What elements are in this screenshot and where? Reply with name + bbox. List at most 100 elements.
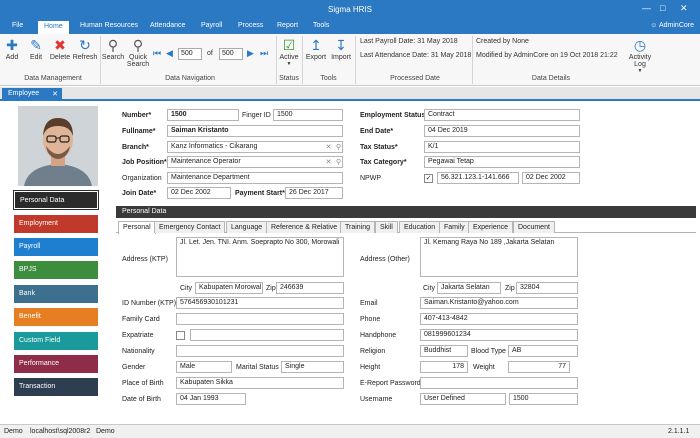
organization-field[interactable]: Maintenance Department bbox=[167, 172, 343, 184]
zip-ktp-field[interactable]: 246639 bbox=[276, 282, 344, 294]
join-date-field[interactable]: 02 Dec 2002 bbox=[167, 187, 231, 199]
menu-process[interactable]: Process bbox=[234, 22, 267, 29]
address-ktp-field[interactable]: Jl. Let. Jen. TNI. Anm. Soeprapto No 300… bbox=[176, 237, 344, 277]
employment-status-field[interactable]: Contract bbox=[424, 109, 580, 121]
weight-field[interactable]: 77 bbox=[508, 361, 570, 373]
tab-skill[interactable]: Skill bbox=[375, 221, 398, 233]
username-field[interactable]: User Defined bbox=[420, 393, 506, 405]
clear-icon[interactable]: ✕ bbox=[324, 158, 333, 167]
nav-custom-field[interactable]: Custom Field bbox=[14, 332, 98, 350]
email-field[interactable]: Saiman.Kristanto@yahoo.com bbox=[420, 297, 578, 309]
nav-performance[interactable]: Performance bbox=[14, 355, 98, 373]
employee-photo[interactable] bbox=[18, 106, 98, 186]
search-button[interactable]: ⚲ Search bbox=[101, 36, 125, 61]
menu-report[interactable]: Report bbox=[273, 22, 302, 29]
previous-record-icon[interactable]: ◀ bbox=[166, 48, 173, 59]
expatriate-field[interactable] bbox=[190, 329, 344, 341]
zip-other-field[interactable]: 32804 bbox=[516, 282, 578, 294]
active-toggle[interactable]: ☑ Active ▼ bbox=[278, 36, 300, 67]
nav-bpjs[interactable]: BPJS bbox=[14, 261, 98, 279]
record-number-input[interactable]: 500 bbox=[178, 48, 202, 60]
document-tabstrip: Employee ✕ bbox=[0, 87, 700, 101]
section-title: Personal Data bbox=[116, 206, 696, 218]
menu-attendance[interactable]: Attendance bbox=[146, 22, 189, 29]
quick-search-button[interactable]: ⚲ Quick Search bbox=[126, 36, 150, 68]
tab-personal[interactable]: Personal bbox=[118, 221, 156, 234]
nav-benefit[interactable]: Benefit bbox=[14, 308, 98, 326]
nav-payroll[interactable]: Payroll bbox=[14, 238, 98, 256]
fullname-label: Fullname* bbox=[122, 128, 156, 135]
payment-start-field[interactable]: 26 Dec 2017 bbox=[285, 187, 343, 199]
tab-document[interactable]: Document bbox=[513, 221, 555, 233]
city-ktp-field[interactable]: Kabupaten Morowal bbox=[195, 282, 263, 294]
user-menu[interactable]: ☺ AdminCore bbox=[650, 22, 694, 29]
end-date-field[interactable]: 04 Dec 2019 bbox=[424, 125, 580, 137]
username-number-field[interactable]: 1500 bbox=[509, 393, 578, 405]
tab-language[interactable]: Language bbox=[226, 221, 268, 233]
username-label: Username bbox=[360, 396, 393, 403]
edit-button[interactable]: ✎ Edit bbox=[26, 36, 46, 61]
search-icon[interactable]: ⚲ bbox=[334, 143, 342, 152]
nav-bank[interactable]: Bank bbox=[14, 285, 98, 303]
maximize-icon[interactable]: □ bbox=[660, 3, 665, 13]
tab-family[interactable]: Family bbox=[439, 221, 470, 233]
tax-status-field[interactable]: K/1 bbox=[424, 141, 580, 153]
date-of-birth-field[interactable]: 04 Jan 1993 bbox=[176, 393, 246, 405]
tab-emergency-contact[interactable]: Emergency Contact bbox=[154, 221, 226, 233]
job-position-field[interactable]: Maintenance Operator ✕ ⚲ bbox=[167, 156, 343, 168]
tab-reference-relative[interactable]: Reference & Relative bbox=[266, 221, 343, 233]
expatriate-checkbox[interactable] bbox=[176, 331, 185, 340]
next-record-icon[interactable]: ▶ bbox=[247, 48, 254, 59]
menu-tools[interactable]: Tools bbox=[309, 22, 333, 29]
height-field[interactable]: 178 bbox=[420, 361, 468, 373]
place-of-birth-field[interactable]: Kabupaten Sikka bbox=[176, 377, 344, 389]
npwp-checkbox[interactable]: ✓ bbox=[424, 174, 433, 183]
tab-education[interactable]: Education bbox=[399, 221, 441, 233]
first-record-icon[interactable]: ⏮ bbox=[153, 48, 161, 59]
export-button[interactable]: ↥ Export bbox=[304, 36, 328, 61]
menu-human-resources[interactable]: Human Resources bbox=[76, 22, 142, 29]
branch-field[interactable]: Kanz Informatics - Cikarang ✕ ⚲ bbox=[167, 141, 343, 153]
menu-home[interactable]: Home bbox=[38, 21, 69, 34]
activity-log-button[interactable]: ◷ Activity Log ▼ bbox=[626, 36, 654, 75]
clear-icon[interactable]: ✕ bbox=[324, 143, 333, 152]
minimize-icon[interactable]: — bbox=[642, 3, 651, 13]
phone-field[interactable]: 407-413-4842 bbox=[420, 313, 578, 325]
finger-id-field[interactable]: 1500 bbox=[273, 109, 343, 121]
nationality-field[interactable] bbox=[176, 345, 344, 357]
payment-start-label: Payment Start* bbox=[235, 190, 285, 197]
last-record-icon[interactable]: ⏭ bbox=[260, 48, 268, 59]
close-tab-icon[interactable]: ✕ bbox=[52, 90, 58, 98]
nav-employment[interactable]: Employment bbox=[14, 215, 98, 233]
family-card-field[interactable] bbox=[176, 313, 344, 325]
gender-field[interactable]: Male bbox=[176, 361, 232, 373]
tax-category-field[interactable]: Pegawai Tetap bbox=[424, 156, 580, 168]
delete-button[interactable]: ✖ Delete bbox=[48, 36, 72, 61]
city-other-field[interactable]: Jakarta Selatan bbox=[437, 282, 501, 294]
address-other-field[interactable]: Jl. Kemang Raya No 189 ,Jakarta Selatan bbox=[420, 237, 578, 277]
blood-type-field[interactable]: AB bbox=[508, 345, 578, 357]
tab-employee[interactable]: Employee ✕ bbox=[2, 88, 62, 101]
city-ktp-label: City bbox=[180, 285, 193, 292]
menu-file[interactable]: File bbox=[8, 22, 27, 29]
e-report-password-field[interactable] bbox=[420, 377, 578, 389]
nav-transaction[interactable]: Transaction bbox=[14, 378, 98, 396]
refresh-button[interactable]: ↻ Refresh bbox=[72, 36, 98, 61]
npwp-date-field[interactable]: 02 Dec 2002 bbox=[522, 172, 580, 184]
fullname-field[interactable]: Saiman Kristanto bbox=[167, 125, 343, 137]
number-field[interactable]: 1500 bbox=[167, 109, 239, 121]
handphone-field[interactable]: 081999601234 bbox=[420, 329, 578, 341]
search-icon[interactable]: ⚲ bbox=[334, 158, 342, 167]
tab-experience[interactable]: Experience bbox=[468, 221, 514, 233]
import-button[interactable]: ↧ Import bbox=[329, 36, 353, 61]
npwp-field[interactable]: 56.321.123.1-141.666 bbox=[437, 172, 519, 184]
id-number-field[interactable]: 576456930101231 bbox=[176, 297, 344, 309]
add-button[interactable]: ✚ Add bbox=[3, 36, 21, 61]
religion-field[interactable]: Buddhist bbox=[420, 345, 468, 357]
group-data-details: Data Details bbox=[531, 75, 571, 82]
menu-payroll[interactable]: Payroll bbox=[197, 22, 226, 29]
close-icon[interactable]: ✕ bbox=[680, 3, 688, 14]
tab-training[interactable]: Training bbox=[340, 221, 376, 233]
marital-status-field[interactable]: Single bbox=[281, 361, 344, 373]
nav-personal-data[interactable]: Personal Data bbox=[13, 190, 99, 210]
